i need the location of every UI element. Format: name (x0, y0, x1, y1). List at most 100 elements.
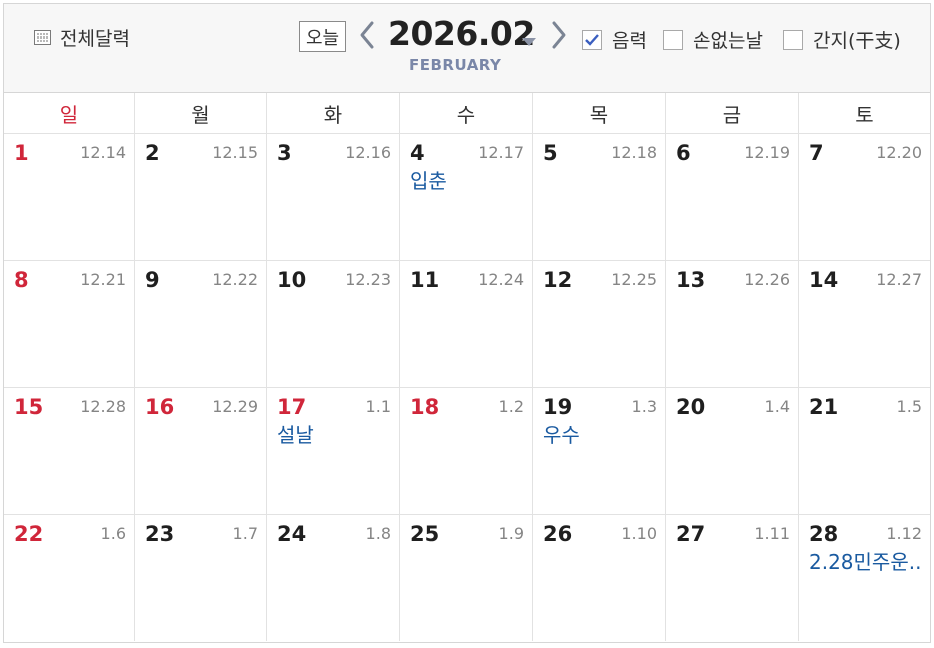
day-cell[interactable]: 19 1.3 우수 (533, 388, 666, 514)
lunar-checkbox[interactable] (582, 29, 602, 50)
day-cell[interactable]: 12 12.25 (533, 261, 666, 387)
lunar-date: 1.8 (365, 524, 391, 543)
day-cell[interactable]: 4 12.17 입춘 (400, 134, 533, 260)
day-event[interactable]: 2.28민주운.. (809, 546, 921, 575)
calendar-grid: 일 월 화 수 목 금 토 1 12.14 2 12.15 3 12.16 4 12.17 입춘… (3, 92, 931, 643)
day-cell[interactable]: 16 12.29 (135, 388, 267, 514)
day-number: 2 (145, 141, 160, 165)
day-cell[interactable]: 20 1.4 (666, 388, 799, 514)
day-number: 11 (410, 268, 440, 292)
lunar-date: 12.21 (80, 270, 126, 289)
weekday-sunday: 일 (4, 93, 135, 134)
day-number: 27 (676, 522, 706, 546)
weekday-thursday: 목 (533, 93, 666, 134)
lunar-date: 12.18 (611, 143, 657, 162)
day-cell[interactable]: 26 1.10 (533, 515, 666, 641)
calendar-grid-icon (34, 30, 51, 45)
day-cell[interactable]: 25 1.9 (400, 515, 533, 641)
day-cell[interactable]: 10 12.23 (267, 261, 400, 387)
day-number: 28 (809, 522, 839, 546)
lunar-option[interactable]: 음력 (582, 26, 647, 53)
day-number: 7 (809, 141, 824, 165)
day-cell[interactable]: 18 1.2 (400, 388, 533, 514)
year-month-title[interactable]: 2026.02 (388, 14, 535, 53)
lunar-date: 1.6 (100, 524, 126, 543)
day-cell[interactable]: 24 1.8 (267, 515, 400, 641)
lunar-date: 12.29 (212, 397, 258, 416)
day-cell[interactable]: 3 12.16 (267, 134, 400, 260)
day-number: 1 (14, 141, 29, 165)
day-number: 4 (410, 141, 425, 165)
day-number: 9 (145, 268, 160, 292)
day-number: 13 (676, 268, 706, 292)
sonless-day-label: 손없는날 (693, 30, 763, 52)
day-number: 24 (277, 522, 307, 546)
week-row: 15 12.28 16 12.29 17 1.1 설날 18 1.2 19 1.3 우수 20 1.4 21… (4, 388, 930, 515)
day-event[interactable]: 설날 (277, 419, 314, 448)
chevron-right-icon[interactable] (551, 20, 567, 50)
day-cell[interactable]: 13 12.26 (666, 261, 799, 387)
day-cell[interactable]: 15 12.28 (4, 388, 135, 514)
day-cell[interactable]: 8 12.21 (4, 261, 135, 387)
day-cell[interactable]: 21 1.5 (799, 388, 930, 514)
full-calendar-label: 전체달력 (60, 28, 130, 50)
lunar-date: 12.25 (611, 270, 657, 289)
lunar-date: 12.14 (80, 143, 126, 162)
sonless-day-option[interactable]: 손없는날 (663, 26, 763, 53)
lunar-date: 12.19 (744, 143, 790, 162)
weekday-friday: 금 (666, 93, 799, 134)
day-event[interactable]: 우수 (543, 419, 580, 448)
today-button[interactable]: 오늘 (299, 21, 346, 52)
day-number: 6 (676, 141, 691, 165)
month-english-label: FEBRUARY (409, 56, 502, 74)
weekday-monday: 월 (135, 93, 267, 134)
calendar-header: 전체달력 오늘 2026.02 FEBRUARY 음력 손없는날 간지(干支) (3, 3, 931, 92)
day-cell[interactable]: 17 1.1 설날 (267, 388, 400, 514)
lunar-date: 1.5 (896, 397, 922, 416)
day-cell[interactable]: 2 12.15 (135, 134, 267, 260)
day-number: 5 (543, 141, 558, 165)
chevron-left-icon[interactable] (359, 20, 375, 50)
day-event[interactable]: 입춘 (410, 165, 447, 194)
week-row: 1 12.14 2 12.15 3 12.16 4 12.17 입춘 5 12.18 6 12.19 7 1… (4, 134, 930, 261)
day-number: 22 (14, 522, 44, 546)
lunar-date: 12.23 (345, 270, 391, 289)
lunar-date: 1.9 (498, 524, 524, 543)
calendar-widget: 전체달력 오늘 2026.02 FEBRUARY 음력 손없는날 간지(干支) (0, 0, 934, 648)
sonless-day-checkbox[interactable] (663, 29, 683, 50)
weekday-header-row: 일 월 화 수 목 금 토 (4, 92, 930, 134)
lunar-date: 12.15 (212, 143, 258, 162)
lunar-date: 12.20 (876, 143, 922, 162)
day-number: 8 (14, 268, 29, 292)
day-cell[interactable]: 9 12.22 (135, 261, 267, 387)
lunar-date: 1.3 (631, 397, 657, 416)
ganji-option[interactable]: 간지(干支) (783, 26, 901, 53)
week-row: 22 1.6 23 1.7 24 1.8 25 1.9 26 1.10 27 1.11 28 1.12 2.… (4, 515, 930, 641)
lunar-date: 1.2 (498, 397, 524, 416)
weeks-container: 1 12.14 2 12.15 3 12.16 4 12.17 입춘 5 12.18 6 12.19 7 1… (4, 134, 930, 641)
day-cell[interactable]: 1 12.14 (4, 134, 135, 260)
day-cell[interactable]: 6 12.19 (666, 134, 799, 260)
day-cell[interactable]: 22 1.6 (4, 515, 135, 641)
lunar-date: 1.11 (754, 524, 790, 543)
week-row: 8 12.21 9 12.22 10 12.23 11 12.24 12 12.25 13 12.26… (4, 261, 930, 388)
lunar-date: 12.17 (478, 143, 524, 162)
lunar-date: 12.26 (744, 270, 790, 289)
day-cell[interactable]: 11 12.24 (400, 261, 533, 387)
day-number: 12 (543, 268, 573, 292)
day-number: 3 (277, 141, 292, 165)
day-cell[interactable]: 7 12.20 (799, 134, 930, 260)
full-calendar-link[interactable]: 전체달력 (34, 24, 130, 51)
day-cell[interactable]: 5 12.18 (533, 134, 666, 260)
lunar-date: 12.16 (345, 143, 391, 162)
day-number: 25 (410, 522, 440, 546)
ganji-checkbox[interactable] (783, 29, 803, 50)
day-number: 14 (809, 268, 839, 292)
lunar-date: 1.1 (365, 397, 391, 416)
day-cell[interactable]: 23 1.7 (135, 515, 267, 641)
lunar-date: 12.28 (80, 397, 126, 416)
day-cell[interactable]: 28 1.12 2.28민주운.. (799, 515, 930, 641)
caret-down-icon[interactable] (522, 32, 536, 51)
day-cell[interactable]: 27 1.11 (666, 515, 799, 641)
day-cell[interactable]: 14 12.27 (799, 261, 930, 387)
